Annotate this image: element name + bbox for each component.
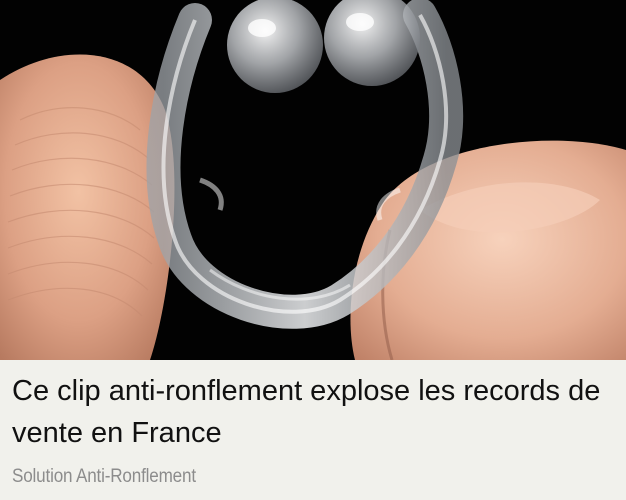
ad-source: Solution Anti-Ronflement bbox=[12, 466, 196, 487]
ad-headline[interactable]: Ce clip anti-ronflement explose les reco… bbox=[12, 370, 618, 454]
nose-clip-photo-icon bbox=[0, 0, 626, 360]
ad-image[interactable] bbox=[0, 0, 626, 360]
ad-text-block: Ce clip anti-ronflement explose les reco… bbox=[0, 360, 626, 500]
sponsored-ad-card[interactable]: Ce clip anti-ronflement explose les reco… bbox=[0, 0, 626, 500]
